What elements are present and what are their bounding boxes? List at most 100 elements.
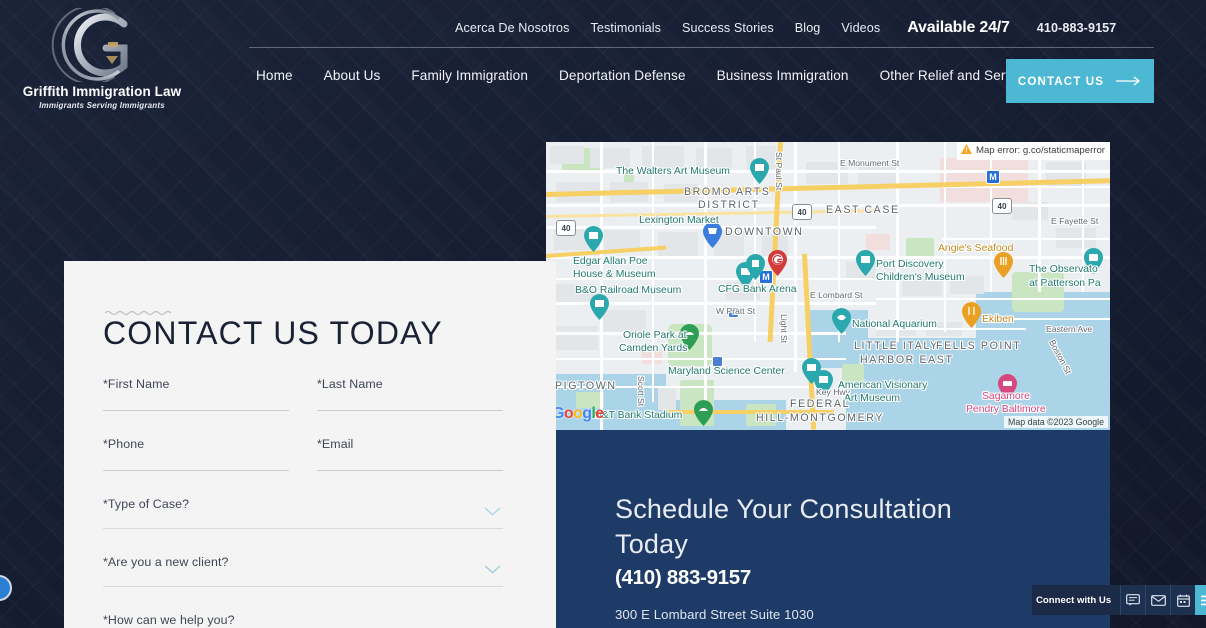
map-label-little-italy: LITTLE ITALY xyxy=(854,340,939,352)
nav-item-deportation-defense[interactable]: Deportation Defense xyxy=(559,68,686,83)
last-name-underline xyxy=(317,410,503,411)
map-label-harbor-east: HARBOR EAST xyxy=(860,354,954,366)
map-pin-walters[interactable] xyxy=(750,158,769,184)
location-map[interactable]: 40 40 40 M M The Walters Art Museum BROM… xyxy=(546,142,1110,430)
consultation-phone[interactable]: (410) 883-9157 xyxy=(615,566,751,590)
hamburger-menu-icon[interactable] xyxy=(1195,585,1206,615)
page-root: Griffith Immigration Law Immigrants Serv… xyxy=(0,0,1206,628)
first-name-field[interactable]: *First Name xyxy=(103,377,289,411)
map-error-notice: Map error: g.co/staticmaperror xyxy=(956,142,1110,160)
nav-item-home[interactable]: Home xyxy=(256,68,293,83)
consultation-address: 300 E Lombard Street Suite 1030 xyxy=(615,607,814,622)
map-pin-griffith-office[interactable] xyxy=(768,250,787,276)
chat-bubble-icon[interactable] xyxy=(1120,585,1146,615)
map-label-e-monument-st: E Monument St xyxy=(840,158,900,168)
map-label-observatory: The Observato xyxy=(1029,264,1098,275)
map-label-walters: The Walters Art Museum xyxy=(616,166,730,177)
how-can-we-help-field[interactable]: *How can we help you? xyxy=(103,613,503,628)
map-label-edgar-allan-poe: Edgar Allan Poe xyxy=(573,256,648,267)
map-label-east-case: EAST CASE xyxy=(826,204,900,216)
nav-item-business-immigration[interactable]: Business Immigration xyxy=(717,68,849,83)
type-of-case-underline xyxy=(103,528,503,529)
connect-with-us-widget: Connect with Us xyxy=(1032,585,1206,615)
map-label-bromo-arts: BROMO ARTS xyxy=(684,186,771,198)
map-pin-edgar-allan-poe[interactable] xyxy=(584,226,603,252)
map-pin-north-blue[interactable] xyxy=(746,254,765,280)
map-label-american-visionary: American Visionary xyxy=(838,380,928,391)
map-label-hill-montgomery: HILL-MONTGOMERY xyxy=(756,412,884,424)
map-pin-mt-bank-stadium[interactable] xyxy=(694,400,713,426)
topnav-item-success-stories[interactable]: Success Stories xyxy=(682,21,774,35)
email-field[interactable]: *Email xyxy=(317,437,503,471)
transit-marker-m-north: M xyxy=(986,170,1000,184)
map-label-light-st: Light St xyxy=(779,314,789,344)
nav-divider xyxy=(249,47,1154,48)
connect-with-us-label: Connect with Us xyxy=(1032,585,1121,615)
header-phone-link[interactable]: 410-883-9157 xyxy=(1037,21,1117,35)
map-label-oriole-park: Oriole Park at xyxy=(623,330,687,341)
contact-us-button-label: CONTACT US xyxy=(1017,74,1105,88)
map-label-bo-railroad: B&O Railroad Museum xyxy=(575,285,682,296)
nav-item-about-us[interactable]: About Us xyxy=(324,68,381,83)
phone-field[interactable]: *Phone xyxy=(103,437,289,471)
calendar-icon[interactable] xyxy=(1170,585,1196,615)
envelope-icon[interactable] xyxy=(1145,585,1171,615)
map-label-patterson-park: at Patterson Pa xyxy=(1029,278,1101,289)
map-pin-angies-seafood[interactable] xyxy=(994,252,1013,278)
map-pin-bo-railroad[interactable] xyxy=(590,294,609,320)
chevron-down-icon[interactable] xyxy=(484,561,501,579)
site-logo[interactable]: Griffith Immigration Law Immigrants Serv… xyxy=(12,8,192,110)
how-can-we-help-label: *How can we help you? xyxy=(103,613,235,627)
map-label-scott-st: Scott St xyxy=(636,376,646,407)
consultation-panel: Schedule Your Consultation Today (410) 8… xyxy=(546,430,1110,628)
map-label-federal: FEDERAL xyxy=(790,398,851,410)
phone-label: *Phone xyxy=(103,437,145,451)
map-label-downtown: DOWNTOWN xyxy=(725,226,804,238)
logo-name: Griffith Immigration Law xyxy=(22,84,182,99)
map-pin-ekiben[interactable] xyxy=(962,302,981,328)
topnav-item-videos[interactable]: Videos xyxy=(841,21,880,35)
contact-us-button[interactable]: CONTACT US xyxy=(1006,59,1154,103)
map-pin-port-discovery[interactable] xyxy=(856,250,875,276)
chevron-down-icon[interactable] xyxy=(484,503,501,521)
highway-shield-40-west: 40 xyxy=(556,220,576,236)
topnav-item-blog[interactable]: Blog xyxy=(795,21,821,35)
map-label-sagamore: Sagamore xyxy=(982,391,1030,402)
first-name-label: *First Name xyxy=(103,377,170,391)
consultation-title: Schedule Your Consultation Today xyxy=(615,494,952,559)
last-name-field[interactable]: *Last Name xyxy=(317,377,503,411)
map-pin-national-aquarium[interactable] xyxy=(832,308,851,334)
map-error-text: Map error: g.co/staticmaperror xyxy=(975,145,1105,156)
griffith-g-monogram-icon xyxy=(48,8,156,82)
left-edge-chat-bubble[interactable] xyxy=(0,575,12,601)
site-header: Griffith Immigration Law Immigrants Serv… xyxy=(0,0,1206,125)
map-label-house-museum: House & Museum xyxy=(573,269,656,280)
type-of-case-select[interactable]: *Type of Case? xyxy=(103,497,503,529)
map-label-maryland-science-center: Maryland Science Center xyxy=(668,366,785,377)
map-label-fells-point: FELLS POINT xyxy=(936,340,1022,352)
map-label-mt-bank-stadium: M&T Bank Stadium xyxy=(593,410,683,421)
map-label-ekiben: Ekiben xyxy=(982,314,1014,325)
nav-item-family-immigration[interactable]: Family Immigration xyxy=(411,68,528,83)
map-label-camden-yards: Camden Yards xyxy=(619,343,688,354)
map-label-e-fayette-st: E Fayette St xyxy=(1051,216,1099,226)
arrow-right-icon xyxy=(1116,74,1142,89)
email-underline xyxy=(317,470,503,471)
new-client-select[interactable]: *Are you a new client? xyxy=(103,555,503,587)
topnav-item-acerca[interactable]: Acerca De Nosotros xyxy=(455,21,570,35)
map-label-st-paul-st: St Paul St xyxy=(774,152,784,191)
map-label-pendry-baltimore: Pendry Baltimore xyxy=(966,404,1046,415)
map-label-eastern-ave: Eastern Ave xyxy=(1046,324,1093,334)
availability-text: Available 24/7 xyxy=(907,19,1010,36)
warning-triangle-icon xyxy=(960,144,972,157)
map-label-port-discovery: Port Discovery xyxy=(876,259,944,270)
type-of-case-label: *Type of Case? xyxy=(103,497,190,511)
logo-tagline: Immigrants Serving Immigrants xyxy=(39,101,165,110)
map-label-e-lombard-st: E Lombard St xyxy=(810,290,863,300)
top-utility-nav: Acerca De Nosotros Testimonials Success … xyxy=(455,19,1116,37)
last-name-label: *Last Name xyxy=(317,377,383,391)
map-label-pigtown: PIGTOWN xyxy=(555,380,617,392)
new-client-underline xyxy=(103,586,503,587)
topnav-item-testimonials[interactable]: Testimonials xyxy=(591,21,662,35)
map-label-cfg-bank-arena: CFG Bank Arena xyxy=(718,284,797,295)
